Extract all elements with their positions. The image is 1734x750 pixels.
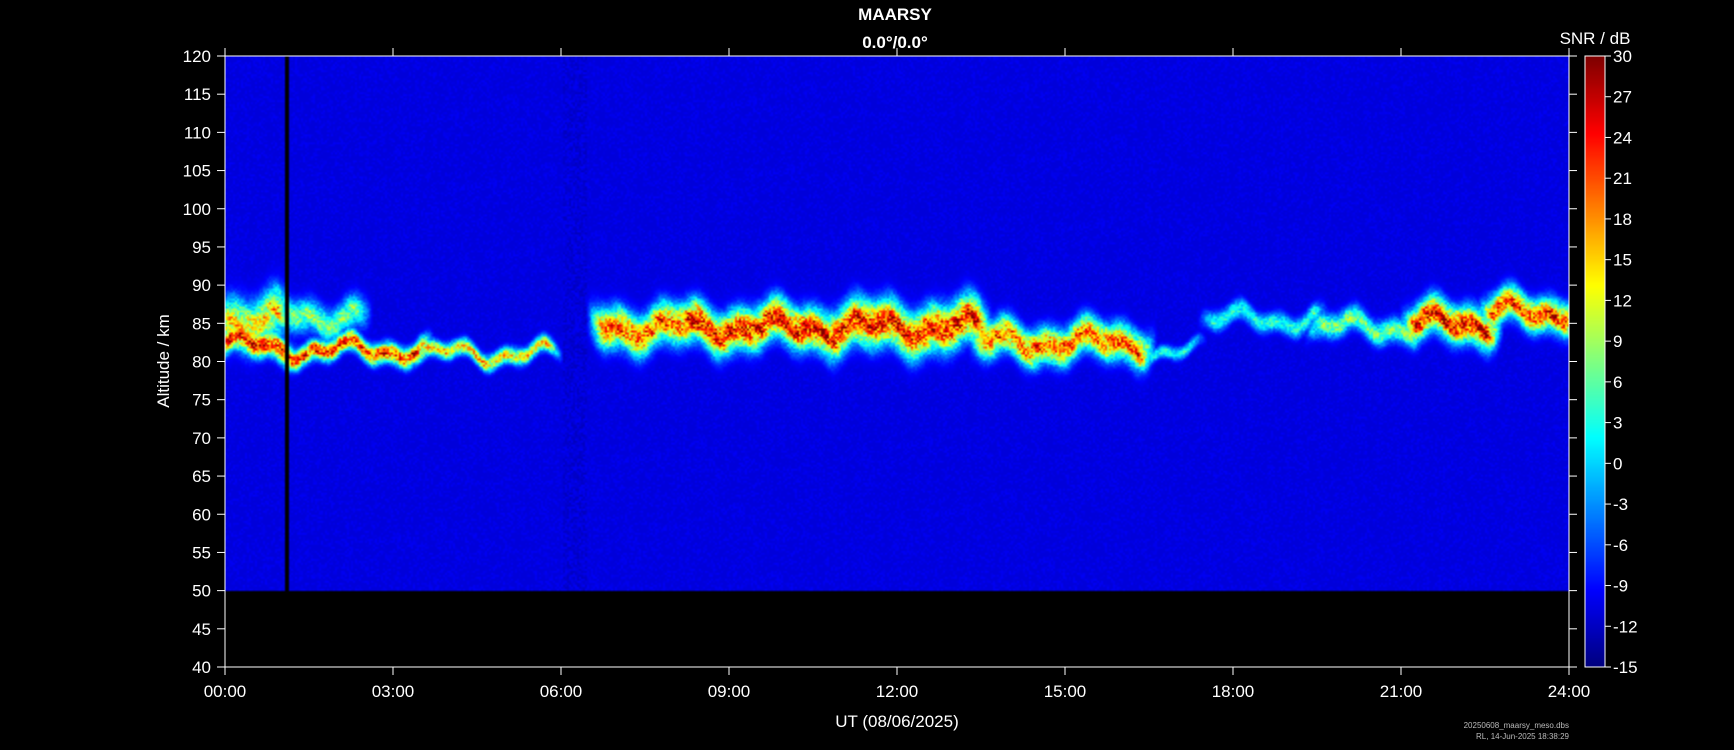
colorbar-tick-label: 15 — [1613, 251, 1632, 270]
x-tick-label: 06:00 — [540, 682, 583, 701]
colorbar-tick-label: 30 — [1613, 47, 1632, 66]
footer-file-name: 20250608_maarsy_meso.dbs — [1464, 721, 1569, 730]
y-tick-label: 75 — [192, 391, 211, 410]
colorbar-gradient — [1585, 56, 1605, 667]
x-tick-label: 00:00 — [204, 682, 247, 701]
colorbar-tick-label: 6 — [1613, 373, 1622, 392]
colorbar-tick-label: 24 — [1613, 128, 1632, 147]
y-tick-label: 60 — [192, 505, 211, 524]
colorbar-tick-label: -9 — [1613, 577, 1628, 596]
x-tick-label: 03:00 — [372, 682, 415, 701]
colorbar-label: SNR / dB — [1560, 29, 1631, 48]
colorbar-axis: 302724211815129630-3-6-9-12-15 — [1605, 47, 1638, 677]
colorbar-tick-label: 3 — [1613, 414, 1622, 433]
y-axis-label: Altitude / km — [154, 314, 173, 408]
colorbar-tick-label: -3 — [1613, 495, 1628, 514]
x-tick-label: 18:00 — [1212, 682, 1255, 701]
y-tick-label: 40 — [192, 658, 211, 677]
y-tick-label: 80 — [192, 353, 211, 372]
footer-author-timestamp: RL, 14-Jun-2025 18:38:29 — [1476, 732, 1570, 741]
chart-title: MAARSY — [858, 5, 932, 24]
x-axis-label: UT (08/06/2025) — [835, 712, 958, 731]
y-tick-label: 100 — [183, 200, 211, 219]
y-tick-label: 50 — [192, 582, 211, 601]
snr-heatmap-image — [225, 56, 1569, 667]
colorbar-tick-label: 27 — [1613, 88, 1632, 107]
x-tick-label: 09:00 — [708, 682, 751, 701]
colorbar-tick-label: 0 — [1613, 454, 1622, 473]
colorbar-tick-label: -6 — [1613, 536, 1628, 555]
y-tick-label: 55 — [192, 543, 211, 562]
colorbar-tick-label: -15 — [1613, 658, 1638, 677]
colorbar-tick-label: 9 — [1613, 332, 1622, 351]
y-tick-label: 45 — [192, 620, 211, 639]
y-tick-label: 95 — [192, 238, 211, 257]
x-tick-label: 12:00 — [876, 682, 919, 701]
x-tick-label: 21:00 — [1380, 682, 1423, 701]
y-tick-label: 115 — [184, 85, 211, 104]
y-tick-label: 120 — [183, 47, 211, 66]
y-tick-label: 65 — [192, 467, 211, 486]
y-tick-label: 90 — [192, 276, 211, 295]
chart-subtitle: 0.0°/0.0° — [862, 33, 928, 52]
y-tick-label: 85 — [192, 314, 211, 333]
x-tick-label: 15:00 — [1044, 682, 1087, 701]
colorbar-tick-label: 18 — [1613, 210, 1632, 229]
colorbar-tick-label: 12 — [1613, 291, 1632, 310]
y-tick-label: 70 — [192, 429, 211, 448]
snr-heatmap-chart: MAARSY 0.0°/0.0° 00:00 03:00 06:00 09:00 12:… — [154, 5, 1638, 741]
y-tick-label: 110 — [184, 123, 211, 142]
colorbar-tick-label: -12 — [1613, 617, 1638, 636]
y-tick-label: 105 — [183, 162, 211, 181]
x-tick-label: 24:00 — [1548, 682, 1591, 701]
colorbar-tick-label: 21 — [1613, 169, 1632, 188]
